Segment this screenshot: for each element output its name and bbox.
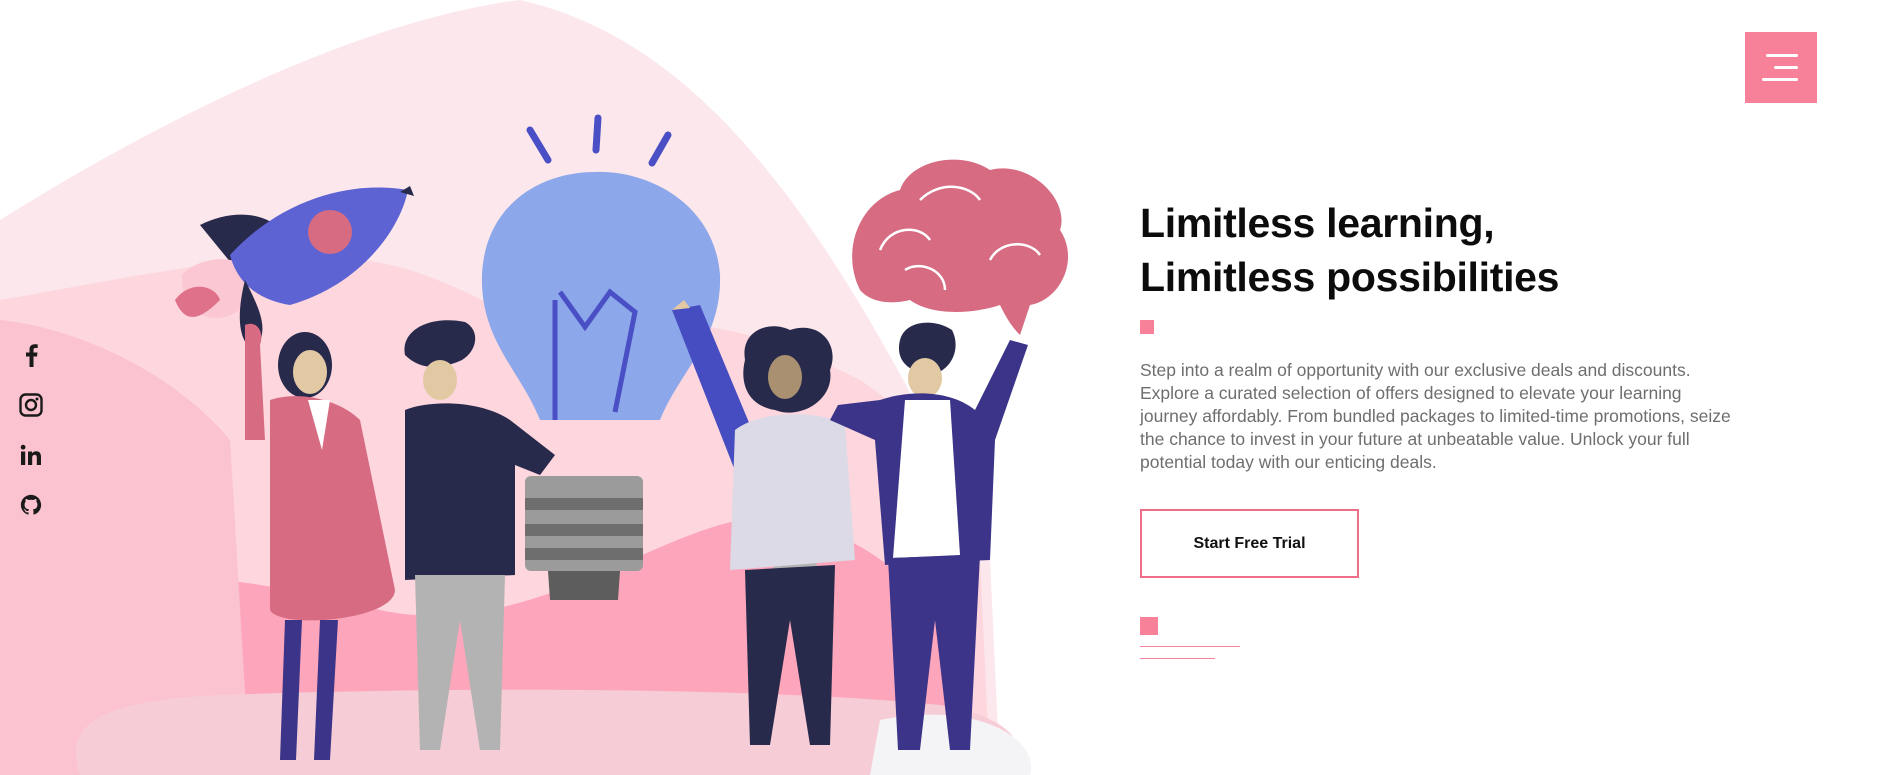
start-free-trial-button[interactable]: Start Free Trial [1140, 509, 1359, 578]
hero-description: Step into a realm of opportunity with ou… [1140, 360, 1731, 472]
facebook-link[interactable] [18, 342, 44, 368]
decorative-line-short [1140, 658, 1215, 659]
hero-heading-line2: Limitless possibilities [1140, 254, 1560, 300]
accent-square [1140, 320, 1154, 334]
hamburger-menu-button[interactable] [1745, 32, 1817, 103]
brain-illustration [852, 159, 1069, 335]
linkedin-icon [20, 444, 41, 465]
decorative-line [1140, 646, 1240, 647]
hero-heading: Limitless learning, Limitless possibilit… [1140, 196, 1559, 304]
decorative-square [1140, 617, 1158, 635]
linkedin-link[interactable] [18, 442, 44, 468]
instagram-link[interactable] [18, 392, 44, 418]
github-link[interactable] [18, 492, 44, 518]
hero-heading-line1: Limitless learning, [1140, 200, 1495, 246]
instagram-icon [19, 393, 43, 417]
github-icon [20, 494, 42, 515]
facebook-icon [26, 344, 38, 367]
